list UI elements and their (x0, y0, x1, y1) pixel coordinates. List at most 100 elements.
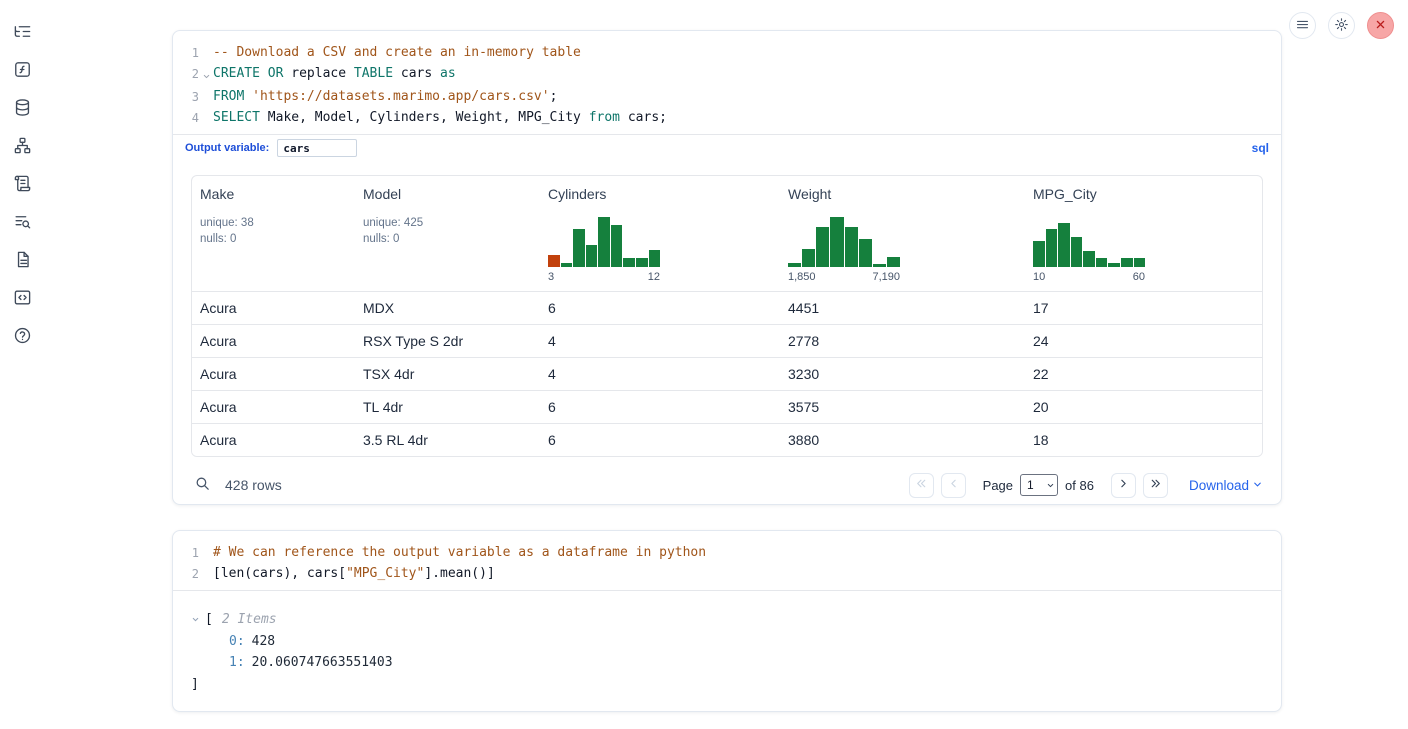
network-icon (13, 136, 32, 158)
table-cell: 24 (1025, 333, 1262, 349)
code-token: "MPG_City" (346, 566, 424, 581)
histogram-bar[interactable] (816, 227, 829, 267)
table-row[interactable]: AcuraRSX Type S 2dr4277824 (192, 324, 1262, 357)
close-icon (1373, 17, 1388, 35)
histogram-bar[interactable] (873, 264, 886, 267)
histogram-bar[interactable] (598, 217, 610, 267)
pagination: Page 1 of 86 Download (909, 473, 1263, 498)
code-line: 2 CREATE OR replace TABLE cars as (173, 64, 1281, 88)
table-row[interactable]: AcuraMDX6445117 (192, 291, 1262, 324)
histogram-bar[interactable] (887, 257, 900, 267)
column-stats: unique: 425 nulls: 0 (363, 215, 540, 247)
page-select[interactable]: 1 (1020, 474, 1058, 496)
table-cell: 3880 (780, 432, 1025, 448)
output-variable-label: Output variable: (185, 142, 269, 154)
histogram-bar[interactable] (1121, 258, 1133, 267)
table-cell: 17 (1025, 300, 1262, 316)
bracket-open: [ (205, 609, 213, 631)
sidebar-item-scratchpad[interactable] (11, 174, 33, 196)
histogram-cylinders[interactable] (548, 215, 660, 267)
histogram-bar[interactable] (1058, 223, 1070, 267)
tree-output: [ 2 Items 0:428 1:20.060747663551403 ] (173, 591, 1281, 695)
histogram-bar[interactable] (548, 255, 560, 267)
first-page-button[interactable] (909, 473, 934, 498)
table-cell: TSX 4dr (355, 366, 540, 382)
sidebar-item-functions[interactable] (11, 60, 33, 82)
last-page-button[interactable] (1143, 473, 1168, 498)
code-token: CREATE (213, 66, 260, 81)
histogram-bar[interactable] (859, 239, 872, 267)
table-cell: Acura (192, 432, 355, 448)
histogram-bar[interactable] (1134, 258, 1146, 267)
settings-button[interactable] (1328, 12, 1355, 39)
menu-button[interactable] (1289, 12, 1316, 39)
histogram-bar[interactable] (636, 258, 648, 267)
sidebar-item-dependencies[interactable] (11, 136, 33, 158)
histogram-bar[interactable] (830, 217, 843, 267)
histogram-bar[interactable] (623, 258, 635, 267)
histogram-bar[interactable] (586, 245, 598, 267)
code-editor[interactable]: 1 -- Download a CSV and create an in-mem… (173, 31, 1281, 134)
histogram-bar[interactable] (1096, 258, 1108, 267)
code-token: FROM (213, 89, 244, 104)
file-tree-icon (13, 22, 32, 44)
shutdown-button[interactable] (1367, 12, 1394, 39)
histogram-bar[interactable] (1071, 237, 1083, 267)
sidebar-item-help[interactable] (11, 326, 33, 348)
histogram-bar[interactable] (788, 263, 801, 267)
line-number: 3 (173, 87, 199, 108)
download-button[interactable]: Download (1189, 477, 1263, 493)
histogram-bar[interactable] (611, 225, 623, 267)
histogram-weight[interactable] (788, 215, 900, 267)
column-header-cylinders[interactable]: Cylinders 312 (540, 176, 780, 291)
line-number: 1 (173, 43, 199, 64)
code-token: OR (268, 66, 284, 81)
output-variable-input[interactable] (277, 139, 357, 157)
sidebar-item-snippets[interactable] (11, 288, 33, 310)
notebook-cell-sql: 1 -- Download a CSV and create an in-mem… (172, 30, 1282, 505)
table-cell: 3.5 RL 4dr (355, 432, 540, 448)
output-variable-bar: Output variable: sql (173, 134, 1281, 161)
code-editor[interactable]: 1 # We can reference the output variable… (173, 531, 1281, 590)
chevron-right-icon (1117, 477, 1130, 493)
histogram-mpg-city[interactable] (1033, 215, 1145, 267)
table-cell: 6 (540, 432, 780, 448)
row-count: 428 rows (225, 477, 282, 493)
sidebar-item-documentation[interactable] (11, 250, 33, 272)
search-button[interactable] (191, 474, 213, 496)
column-header-mpg-city[interactable]: MPG_City 1060 (1025, 176, 1262, 291)
function-icon (13, 60, 32, 82)
sidebar (0, 0, 44, 729)
next-page-button[interactable] (1111, 473, 1136, 498)
column-header-model[interactable]: Model unique: 425 nulls: 0 (355, 176, 540, 291)
sidebar-item-datasources[interactable] (11, 98, 33, 120)
histogram-bar[interactable] (649, 250, 661, 267)
table-row[interactable]: AcuraTL 4dr6357520 (192, 390, 1262, 423)
table-row[interactable]: AcuraTSX 4dr4323022 (192, 357, 1262, 390)
histogram-bar[interactable] (1108, 263, 1120, 267)
column-name: Weight (788, 186, 1025, 202)
column-header-weight[interactable]: Weight 1,8507,190 (780, 176, 1025, 291)
histogram-bar[interactable] (1033, 241, 1045, 267)
table-row[interactable]: Acura3.5 RL 4dr6388018 (192, 423, 1262, 456)
table-body: AcuraMDX6445117AcuraRSX Type S 2dr427782… (192, 291, 1262, 456)
sidebar-item-file-tree[interactable] (11, 22, 33, 44)
histogram-bar[interactable] (573, 229, 585, 267)
sidebar-item-logs[interactable] (11, 212, 33, 234)
download-label: Download (1189, 478, 1249, 493)
fold-icon[interactable] (202, 68, 211, 88)
table-cell: MDX (355, 300, 540, 316)
item-value: 428 (252, 634, 275, 649)
table-cell: 6 (540, 399, 780, 415)
database-icon (13, 98, 32, 120)
histogram-bar[interactable] (802, 249, 815, 267)
table-cell: 18 (1025, 432, 1262, 448)
column-header-make[interactable]: Make unique: 38 nulls: 0 (192, 176, 355, 291)
histogram-bar[interactable] (845, 227, 858, 267)
gear-icon (1334, 17, 1349, 35)
histogram-bar[interactable] (1046, 229, 1058, 267)
collapse-toggle[interactable] (191, 612, 205, 627)
histogram-bar[interactable] (561, 263, 573, 267)
histogram-bar[interactable] (1083, 251, 1095, 267)
previous-page-button[interactable] (941, 473, 966, 498)
